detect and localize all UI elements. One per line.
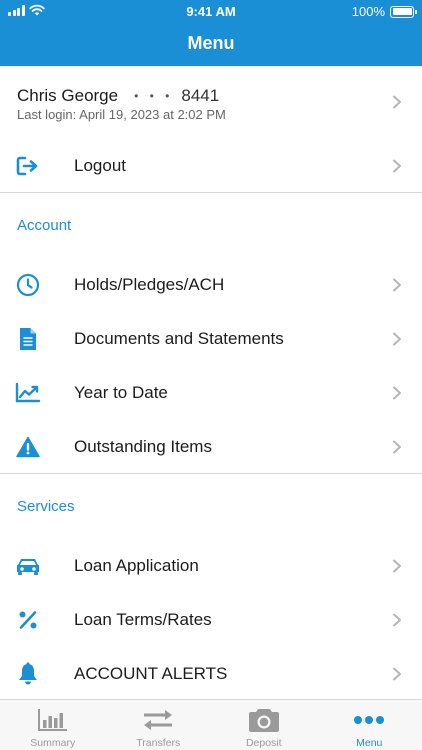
logout-row[interactable]: Logout	[0, 139, 422, 193]
bar-chart-icon	[36, 707, 70, 733]
profile-name-line: Chris George • • • 8441	[17, 86, 219, 106]
menu-item-year-to-date[interactable]: Year to Date	[0, 366, 422, 420]
tab-transfers[interactable]: Transfers	[106, 700, 212, 750]
menu-item-holds[interactable]: Holds/Pledges/ACH	[0, 258, 422, 312]
profile-name: Chris George	[17, 86, 119, 105]
divider	[0, 473, 422, 474]
percent-icon	[15, 607, 41, 633]
tab-label: Deposit	[245, 737, 282, 749]
menu-item-label: Holds/Pledges/ACH	[74, 275, 225, 294]
chevron-right-icon	[393, 559, 401, 573]
header-bar: 9:41 AM 100% Menu	[0, 0, 422, 66]
menu-item-label: Loan Terms/Rates	[74, 610, 212, 629]
tab-summary[interactable]: Summary	[0, 700, 106, 750]
chevron-right-icon	[393, 159, 401, 173]
logout-icon	[15, 153, 41, 179]
menu-item-label: Documents and Statements	[74, 329, 284, 348]
last-login-text: Last login: April 19, 2023 at 2:02 PM	[17, 107, 226, 122]
menu-item-account-alerts[interactable]: ACCOUNT ALERTS	[0, 647, 422, 701]
bell-icon	[15, 661, 41, 687]
tab-menu[interactable]: Menu	[317, 700, 422, 750]
account-section-title: Account	[17, 217, 72, 234]
menu-item-label: Outstanding Items	[74, 437, 212, 456]
tab-label: Menu	[356, 737, 383, 749]
masked-dots: • • •	[134, 89, 174, 103]
chevron-right-icon	[393, 278, 401, 292]
services-section-title: Services	[17, 498, 75, 515]
menu-item-loan-terms[interactable]: Loan Terms/Rates	[0, 593, 422, 647]
menu-item-loan-application[interactable]: Loan Application	[0, 539, 422, 593]
car-icon	[15, 553, 41, 579]
logout-label: Logout	[74, 156, 126, 175]
menu-item-label: Loan Application	[74, 556, 199, 575]
page-title: Menu	[187, 33, 235, 53]
profile-row[interactable]: Chris George • • • 8441 Last login: Apri…	[0, 66, 422, 138]
chevron-right-icon	[393, 95, 401, 109]
tab-deposit[interactable]: Deposit	[211, 700, 317, 750]
chevron-right-icon	[393, 386, 401, 400]
chevron-right-icon	[393, 667, 401, 681]
tab-label: Summary	[30, 737, 76, 749]
tab-label: Transfers	[136, 737, 181, 749]
battery-percent: 100%	[351, 4, 385, 19]
battery-icon	[390, 5, 417, 18]
transfer-arrows-icon	[141, 707, 175, 733]
menu-item-outstanding[interactable]: Outstanding Items	[0, 420, 422, 474]
chevron-right-icon	[393, 440, 401, 454]
more-dots-icon	[352, 707, 386, 733]
warning-icon	[15, 434, 41, 460]
divider	[0, 192, 422, 193]
clock-icon	[15, 272, 41, 298]
camera-icon	[247, 707, 281, 733]
status-bar: 9:41 AM 100%	[0, 0, 422, 22]
menu-item-label: ACCOUNT ALERTS	[74, 664, 228, 683]
status-right: 100%	[351, 4, 417, 19]
menu-item-documents[interactable]: Documents and Statements	[0, 312, 422, 366]
chevron-right-icon	[393, 332, 401, 346]
document-icon	[15, 326, 41, 352]
tab-bar: Summary Transfers Deposit Menu	[0, 699, 422, 750]
trend-chart-icon	[15, 380, 41, 406]
account-suffix: 8441	[181, 86, 220, 105]
menu-item-label: Year to Date	[74, 383, 168, 402]
chevron-right-icon	[393, 613, 401, 627]
